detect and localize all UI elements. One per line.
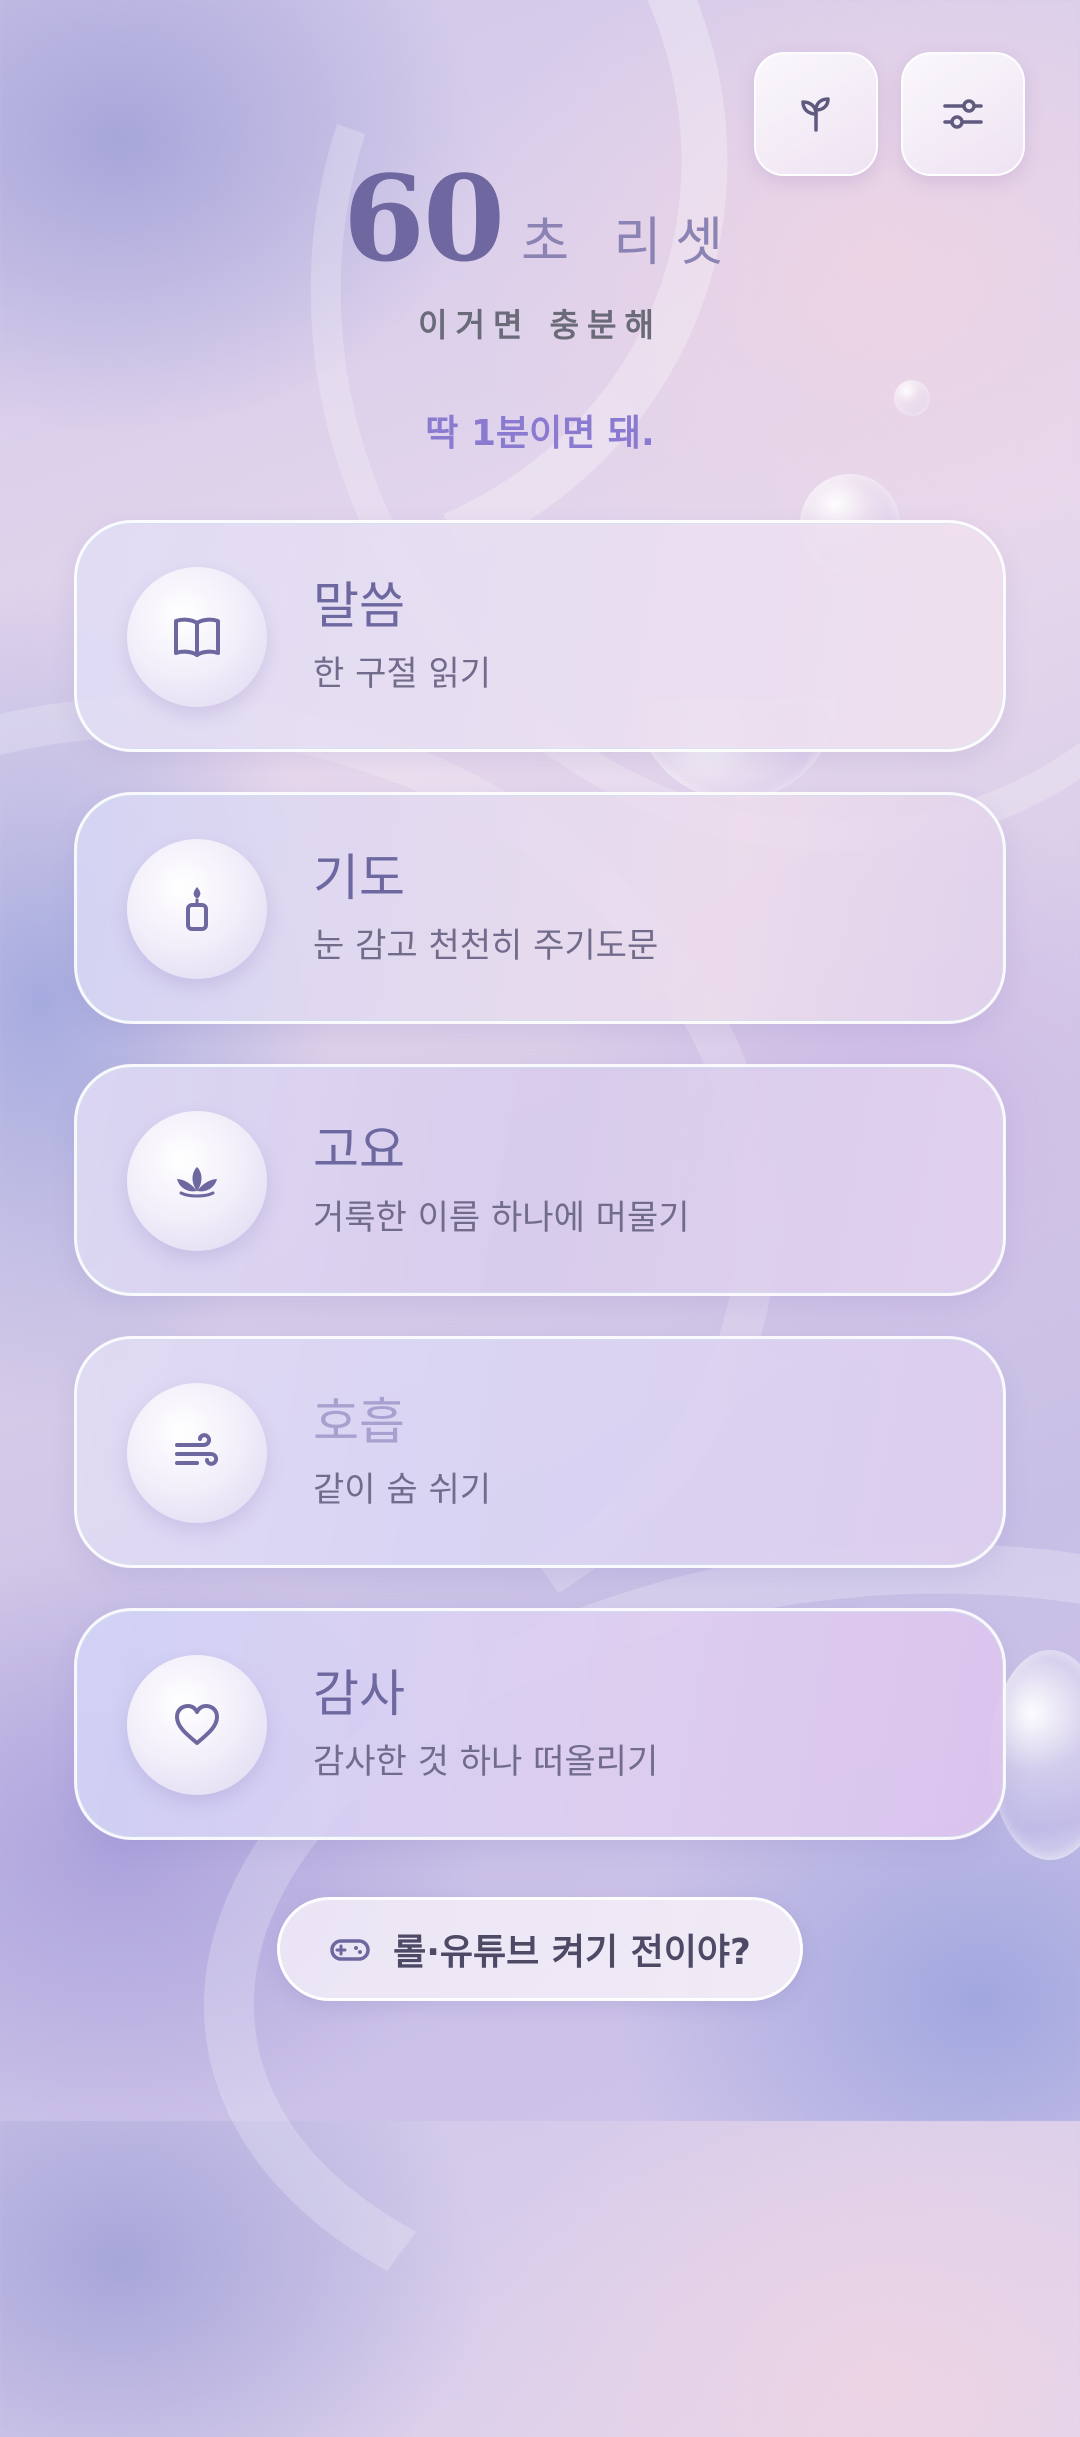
page-subtitle: 이거면 충분해 [418, 306, 662, 344]
card-title: 호흡 [313, 1393, 405, 1451]
card-icon-badge [127, 1111, 267, 1251]
tagline: 딱 1분이면 돼. [425, 413, 655, 454]
heart-icon [175, 1704, 219, 1745]
card-breathing[interactable]: 호흡 같이 숨 쉬기 [74, 1336, 1006, 1568]
card-icon-badge [127, 567, 267, 707]
page-title: 60 초 리셋 [0, 160, 1080, 278]
card-subtitle: 눈 감고 천천히 주기도문 [313, 926, 659, 966]
wind-icon [175, 1433, 219, 1466]
page-header: 60 초 리셋 이거면 충분해 [0, 160, 1080, 346]
card-gratitude[interactable]: 감사 감사한 것 하나 떠올리기 [74, 1608, 1006, 1840]
card-icon-badge [127, 1655, 267, 1795]
settings-button[interactable] [901, 52, 1025, 176]
lotus-icon [177, 1167, 217, 1198]
card-icon-badge [127, 839, 267, 979]
card-title: 말씀 [313, 577, 405, 635]
gamepad-icon [330, 1939, 370, 1961]
candle-icon [186, 887, 208, 931]
before-games-label: 롤·유튜브 켜기 전이야? [393, 1932, 751, 1973]
title-word: 초 리셋 [521, 213, 738, 273]
card-subtitle: 거룩한 이름 하나에 머물기 [313, 1198, 690, 1238]
card-subtitle: 같이 숨 쉬기 [313, 1470, 492, 1510]
before-games-button[interactable]: 롤·유튜브 켜기 전이야? [277, 1897, 803, 2001]
sliders-icon [943, 99, 983, 129]
card-subtitle: 감사한 것 하나 떠올리기 [313, 1742, 659, 1782]
card-prayer[interactable]: 기도 눈 감고 천천히 주기도문 [74, 792, 1006, 1024]
card-subtitle: 한 구절 읽기 [313, 654, 492, 694]
title-number: 60 [342, 149, 505, 288]
card-title: 기도 [313, 849, 405, 907]
card-word[interactable]: 말씀 한 구절 읽기 [74, 520, 1006, 752]
card-stillness[interactable]: 고요 거룩한 이름 하나에 머물기 [74, 1064, 1006, 1296]
card-title: 감사 [313, 1665, 405, 1723]
book-icon [174, 617, 220, 657]
growth-button[interactable] [754, 52, 878, 176]
activity-list: 말씀 한 구절 읽기 기도 눈 감고 천천히 주기도문 고요 거룩한 이름 하나… [74, 520, 1006, 1880]
card-icon-badge [127, 1383, 267, 1523]
sprout-icon [801, 97, 830, 132]
card-title: 고요 [313, 1121, 405, 1179]
